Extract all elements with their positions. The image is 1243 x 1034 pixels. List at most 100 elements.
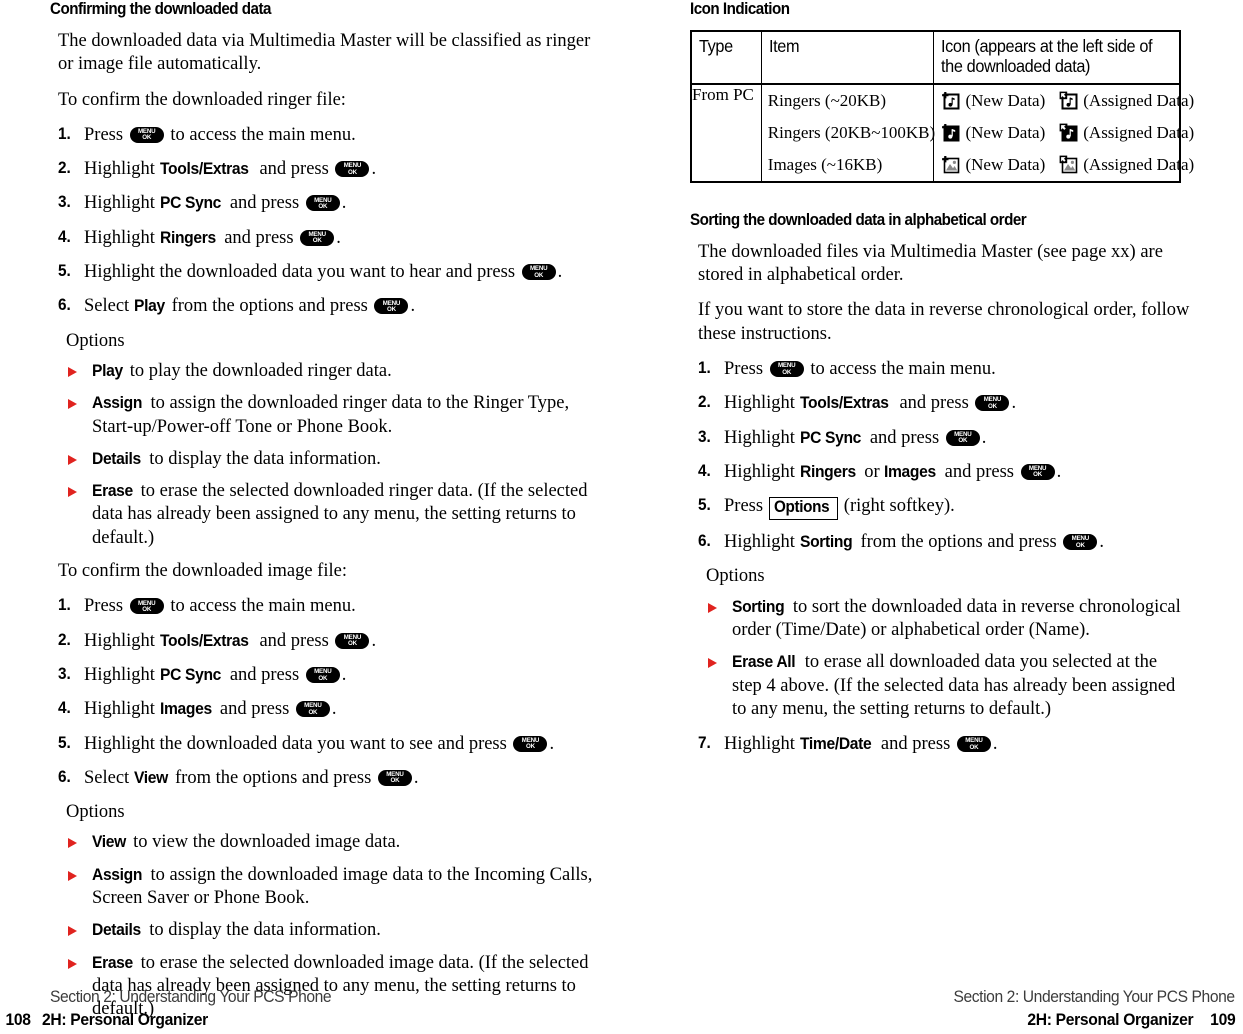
table-cell-icons: (New Data) (Assigned Data) (New Data) (A… (933, 83, 1194, 183)
image-lead-paragraph: To confirm the downloaded image file: (58, 561, 347, 582)
menu-ok-key-line2: OK (308, 708, 318, 716)
menu-ok-key-line2: OK (390, 777, 400, 785)
ui-term: Erase (92, 952, 133, 972)
page-number: 109 (1209, 1009, 1235, 1029)
table-header-icon: Icon (appears at the left side of the do… (933, 30, 1181, 85)
step-item: 3. Highlight PC Sync and press MENU OK. (58, 193, 347, 214)
ui-term: Assign (92, 393, 143, 413)
ui-term: Ringers (159, 227, 216, 247)
step-number: 3. (58, 664, 71, 683)
item-row: Images (~16KB) (767, 154, 883, 174)
ui-term: Assign (92, 864, 143, 884)
menu-ok-key-line2: OK (1075, 541, 1085, 549)
item-row: Ringers (20KB~100KB) (767, 122, 936, 142)
page-number: 108 (5, 1009, 31, 1029)
menu-ok-key-icon: MENU OK (129, 598, 164, 615)
footer-left-chapter: 108 2H: Personal Organizer (0, 1010, 600, 1030)
sorting-section-heading: Sorting the downloaded data in alphabeti… (690, 210, 1027, 229)
footer-left-section: Section 2: Understanding Your PCS Phone (50, 987, 332, 1007)
option-item: Play to play the downloaded ringer data. (66, 360, 610, 383)
menu-ok-key-line2: OK (318, 203, 328, 211)
menu-ok-key-icon: MENU OK (521, 264, 556, 281)
step-item: 6. Select Play from the options and press… (58, 296, 416, 317)
ui-term: Details (92, 448, 141, 468)
ui-term: Tools/Extras (799, 393, 889, 413)
ringer-small-assigned-icon (1059, 91, 1078, 110)
menu-ok-key-icon: MENU OK (335, 161, 370, 178)
menu-ok-key-line2: OK (312, 237, 322, 245)
sorting-steps-list: 1. Press MENU OK to access the main menu. 2… (698, 358, 1190, 554)
step-item: 2. Highlight Tools/Extras and press MENU O… (58, 630, 377, 651)
triangle-bullet-icon (68, 487, 77, 498)
sorting-paragraph-2: If you want to store the data in reverse… (698, 300, 1190, 344)
new-data-label: (New Data) (965, 122, 1046, 142)
step-item: 1. Press MENU OK to access the main menu. (58, 124, 356, 145)
menu-ok-key-line2: OK (347, 640, 357, 648)
triangle-bullet-icon (68, 454, 77, 465)
step-item: 2. Highlight Tools/Extras and press MENU O… (58, 159, 377, 180)
menu-ok-key-line2: OK (142, 134, 152, 142)
step-item: 3. Highlight PC Sync and press MENU OK. (58, 664, 347, 685)
step-number: 3. (698, 427, 711, 446)
footer-left: Section 2: Understanding Your PCS Phone … (0, 987, 600, 1030)
image-steps-list: 1. Press MENU OK to access the main menu. 2… (58, 595, 610, 790)
ui-term: Details (92, 920, 141, 940)
new-data-label: (New Data) (965, 90, 1046, 110)
icon-row: (New Data) (Assigned Data) (934, 117, 1194, 149)
step-number: 1. (58, 124, 71, 143)
step-number: 2. (58, 159, 71, 178)
ui-term: Sorting (799, 532, 853, 552)
sorting-options-label: Options (706, 566, 765, 587)
table-cell-type: From PC (690, 83, 762, 183)
ui-term: Time/Date (799, 734, 872, 754)
triangle-bullet-icon (68, 399, 77, 410)
step-item: 1. Press MENU OK to access the main menu. (58, 596, 356, 617)
intro-paragraph: The downloaded data via Multimedia Maste… (58, 30, 591, 75)
table-cell-items: Ringers (~20KB) Ringers (20KB~100KB) Ima… (760, 83, 936, 183)
ui-term: View (133, 767, 168, 787)
ui-term: Play (92, 360, 123, 380)
triangle-bullet-icon (68, 926, 77, 937)
menu-ok-key-line2: OK (526, 743, 535, 751)
menu-ok-key-icon: MENU OK (374, 298, 409, 315)
menu-ok-key-icon: MENU OK (1020, 463, 1055, 480)
option-item: Sorting to sort the downloaded data in r… (706, 596, 1190, 643)
menu-ok-key-icon: MENU OK (377, 769, 412, 786)
option-item: Details to display the data information. (66, 448, 610, 471)
step-number: 5. (58, 262, 71, 281)
option-item: Details to display the data information. (66, 919, 610, 942)
assigned-data-label: (Assigned Data) (1083, 154, 1195, 174)
new-data-label: (New Data) (965, 154, 1046, 174)
menu-ok-key-line2: OK (318, 674, 328, 682)
icon-row: (New Data) (Assigned Data) (934, 85, 1194, 117)
menu-ok-key-icon: MENU OK (1063, 534, 1098, 551)
step-item: 2. Highlight Tools/Extras and press MENU O… (698, 393, 1017, 414)
options-softkey-button[interactable]: Options (768, 497, 839, 521)
option-item: Assign to assign the downloaded ringer d… (66, 392, 610, 439)
icon-row: (New Data) (Assigned Data) (934, 149, 1194, 181)
manual-page-spread: Confirming the downloaded data The downl… (0, 0, 1243, 1034)
menu-ok-key-line2: OK (958, 437, 968, 445)
step-number: 4. (58, 227, 71, 246)
ringer-large-new-icon (941, 123, 960, 142)
ui-term: Images (159, 699, 212, 719)
ui-term: Erase (92, 481, 133, 501)
menu-ok-key-icon: MENU OK (129, 126, 164, 143)
step-number: 6. (58, 767, 71, 786)
assigned-data-label: (Assigned Data) (1083, 90, 1195, 110)
icon-indication-heading: Icon Indication (690, 0, 790, 18)
options-softkey-label: Options (773, 498, 830, 517)
menu-ok-key-line2: OK (782, 368, 792, 376)
step-item: 4. Highlight Images and press MENU OK. (58, 699, 337, 720)
footer-right-section: Section 2: Understanding Your PCS Phone (953, 987, 1236, 1007)
option-item: Erase to erase the selected downloaded r… (66, 480, 610, 550)
triangle-bullet-icon (708, 658, 717, 669)
step-item: 6. Highlight Sorting from the options and… (698, 532, 1104, 553)
final-step-list: 7. Highlight Time/Date and press MENU OK. (698, 733, 1190, 756)
step-item: 7. Highlight Time/Date and press MENU OK. (698, 734, 998, 755)
option-item: Assign to assign the downloaded image da… (66, 864, 610, 911)
image-assigned-icon (1059, 155, 1078, 174)
step-item: 1. Press MENU OK to access the main menu. (698, 359, 996, 379)
step-number: 6. (58, 296, 71, 315)
left-column-body: The downloaded data via Multimedia Maste… (50, 30, 610, 1022)
